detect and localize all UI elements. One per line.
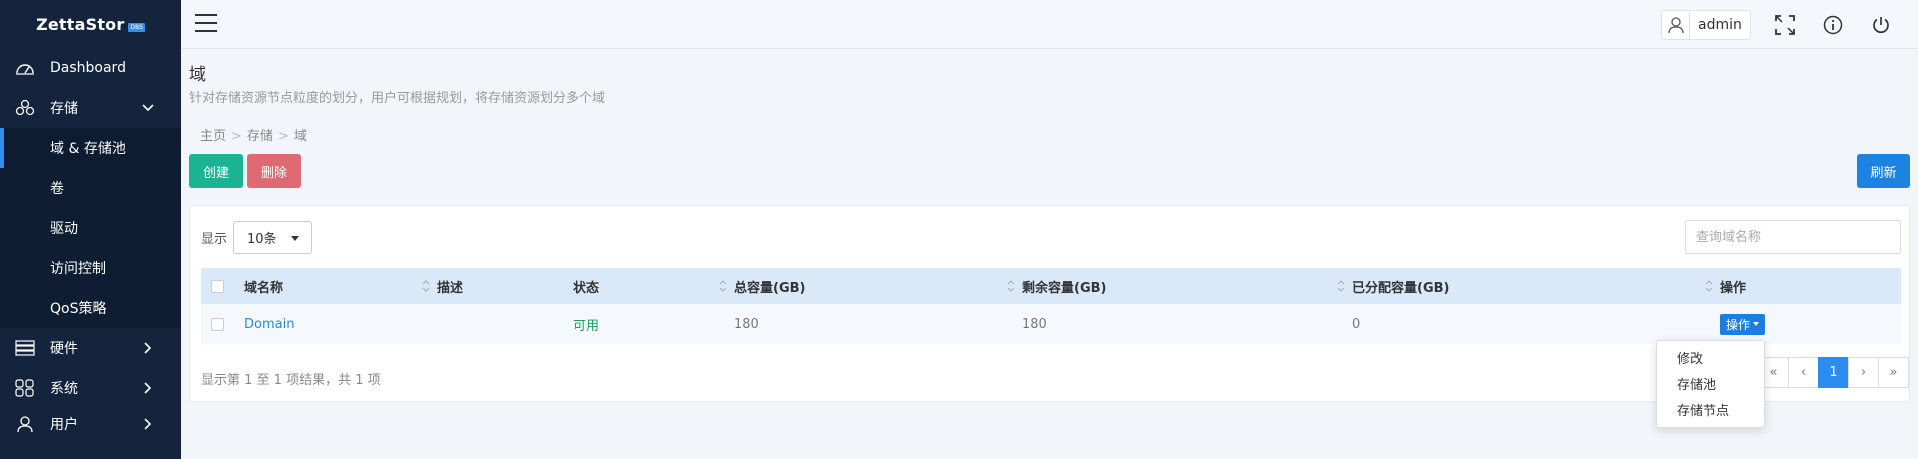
breadcrumb-current: 域 — [293, 129, 307, 144]
logo[interactable]: ZettaStor DBS — [0, 0, 181, 48]
breadcrumb-storage[interactable]: 存储 — [247, 129, 273, 144]
sidebar-item-label: 存储 — [50, 101, 78, 117]
breadcrumb-home[interactable]: 主页 — [200, 129, 226, 144]
delete-button[interactable]: 删除 — [247, 154, 301, 188]
sort-icon — [422, 280, 430, 292]
allocated-capacity: 0 — [1352, 316, 1361, 332]
operations-dropdown-button[interactable]: 操作 — [1720, 313, 1766, 335]
menu-item-edit[interactable]: 修改 — [1657, 347, 1764, 373]
sidebar-item-qos[interactable]: QoS策略 — [0, 288, 181, 328]
sidebar-item-driver[interactable]: 驱动 — [0, 208, 181, 248]
page-title: 域 — [189, 65, 206, 85]
next-page-button[interactable]: › — [1848, 357, 1879, 388]
sort-icon — [1007, 280, 1015, 292]
power-icon[interactable] — [1869, 13, 1893, 37]
sidebar-item-system[interactable]: 系统 — [0, 368, 181, 408]
breadcrumb-separator: > — [231, 129, 242, 144]
user-icon — [1662, 11, 1690, 39]
chevron-right-icon — [141, 381, 155, 395]
grid-apps-icon — [14, 379, 36, 397]
page-size-value: 10条 — [247, 232, 277, 247]
menu-item-storage-node[interactable]: 存储节点 — [1657, 399, 1764, 425]
menu-item-storage-pool[interactable]: 存储池 — [1657, 373, 1764, 399]
sort-icon — [1705, 280, 1713, 292]
last-page-button[interactable]: » — [1878, 357, 1909, 388]
logo-text: ZettaStor — [36, 14, 125, 34]
create-button[interactable]: 创建 — [189, 154, 243, 188]
page-size-select[interactable]: 10条 — [233, 221, 312, 254]
search-domain-input[interactable] — [1685, 220, 1901, 254]
sidebar-item-users[interactable]: 用户 — [0, 408, 181, 440]
info-icon[interactable] — [1821, 13, 1845, 37]
topbar: admin — [181, 0, 1918, 49]
caret-down-icon — [291, 236, 299, 241]
breadcrumb: 主页 > 存储 > 域 — [200, 125, 307, 144]
table-row: Domain 可用 180 180 0 操作 — [201, 304, 1901, 344]
caret-down-icon — [1753, 322, 1760, 326]
column-header-status[interactable]: 状态 — [573, 268, 734, 304]
row-checkbox[interactable] — [211, 317, 224, 331]
chevron-down-icon — [141, 101, 155, 115]
column-header-total[interactable]: 总容量(GB) — [734, 268, 1022, 304]
chevron-right-icon — [141, 341, 155, 355]
sidebar-item-label: Dashboard — [50, 60, 126, 76]
username: admin — [1698, 17, 1742, 33]
pagination-info: 显示第 1 至 1 项结果，共 1 项 — [201, 373, 381, 388]
sidebar: ZettaStor DBS Dashboard 存储 域 & 存储池 卷 驱动 … — [0, 0, 181, 459]
sidebar-item-hardware[interactable]: 硬件 — [0, 328, 181, 368]
column-header-allocated[interactable]: 已分配容量(GB) — [1352, 268, 1720, 304]
sort-icon — [719, 280, 727, 292]
chevron-right-icon — [141, 417, 155, 431]
column-header-description: 描述 — [437, 280, 464, 296]
total-capacity: 180 — [734, 316, 759, 332]
speedometer-icon — [14, 59, 36, 77]
fullscreen-icon[interactable] — [1773, 13, 1797, 37]
sidebar-item-label: 系统 — [50, 381, 78, 397]
sidebar-item-access-control[interactable]: 访问控制 — [0, 248, 181, 288]
column-header-name[interactable]: 域名称 — [244, 268, 437, 304]
storage-submenu: 域 & 存储池 卷 驱动 访问控制 QoS策略 — [0, 128, 181, 328]
status-text: 可用 — [573, 318, 600, 334]
column-header-actions: 操作 — [1720, 280, 1747, 296]
prev-page-button[interactable]: ‹ — [1788, 357, 1819, 388]
domain-table-panel: 显示 10条 域名称 描述 状态 总容量(GB) 剩余容量(GB) 已分配容量(… — [189, 205, 1910, 402]
sidebar-item-label: 硬件 — [50, 341, 78, 357]
show-label: 显示 — [201, 232, 228, 247]
domain-name-link[interactable]: Domain — [244, 317, 294, 332]
storage-nodes-icon — [14, 99, 36, 117]
domain-table: 域名称 描述 状态 总容量(GB) 剩余容量(GB) 已分配容量(GB) 操作 … — [201, 268, 1901, 344]
sidebar-item-storage[interactable]: 存储 — [0, 88, 181, 128]
page-button[interactable]: 1 — [1818, 357, 1849, 388]
sidebar-item-domain-pool[interactable]: 域 & 存储池 — [0, 128, 181, 168]
select-all-checkbox[interactable] — [211, 279, 224, 293]
operations-menu: 修改 存储池 存储节点 — [1656, 340, 1765, 428]
operations-label: 操作 — [1726, 317, 1751, 332]
sidebar-item-dashboard[interactable]: Dashboard — [0, 48, 181, 88]
pagination: « ‹ 1 › » — [1758, 357, 1909, 388]
logo-badge: DBS — [128, 22, 145, 32]
remaining-capacity: 180 — [1022, 316, 1047, 332]
refresh-button[interactable]: 刷新 — [1857, 154, 1910, 188]
table-header-row: 域名称 描述 状态 总容量(GB) 剩余容量(GB) 已分配容量(GB) 操作 — [201, 268, 1901, 304]
user-menu[interactable]: admin — [1661, 10, 1751, 40]
breadcrumb-separator: > — [277, 129, 289, 144]
user-icon — [14, 415, 36, 433]
hamburger-menu-icon[interactable] — [195, 14, 217, 34]
page-description: 针对存储资源节点粒度的划分，用户可根据规划，将存储资源划分多个域 — [189, 91, 606, 106]
sidebar-item-label: 用户 — [50, 417, 78, 433]
sort-icon — [1337, 280, 1345, 292]
server-rack-icon — [14, 339, 36, 357]
column-header-remaining[interactable]: 剩余容量(GB) — [1022, 268, 1352, 304]
sidebar-item-volume[interactable]: 卷 — [0, 168, 181, 208]
